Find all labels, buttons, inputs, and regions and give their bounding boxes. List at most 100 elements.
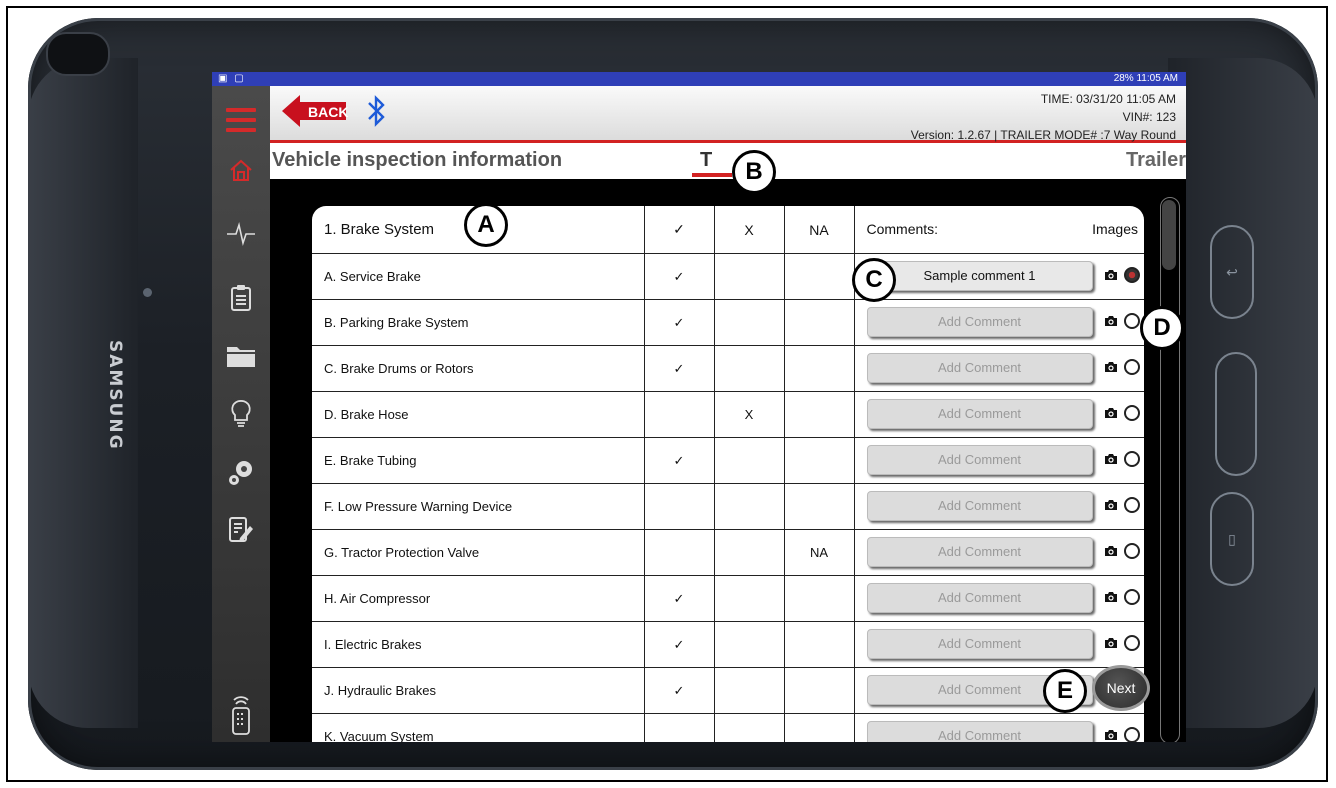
- hardware-back-button[interactable]: ↩: [1210, 225, 1254, 319]
- notification-icons: ▣ ▢: [218, 73, 246, 84]
- comment-input[interactable]: Sample comment 1: [866, 261, 1093, 291]
- comment-input[interactable]: Add Comment: [866, 353, 1093, 383]
- na-cell[interactable]: [783, 621, 854, 668]
- camera-icon[interactable]: [1104, 361, 1118, 373]
- camera-icon[interactable]: [1104, 591, 1118, 603]
- ok-cell[interactable]: ✓: [643, 575, 714, 622]
- bluetooth-icon[interactable]: [366, 92, 386, 130]
- inspection-item-label: C. Brake Drums or Rotors: [312, 345, 644, 392]
- image-select-radio[interactable]: [1124, 313, 1140, 329]
- comment-input[interactable]: Add Comment: [866, 491, 1093, 521]
- image-select-radio[interactable]: [1124, 497, 1140, 513]
- inspection-item-label: A. Service Brake: [312, 253, 644, 300]
- defect-cell[interactable]: [713, 299, 784, 346]
- ok-cell[interactable]: ✓: [643, 299, 714, 346]
- hardware-home-button[interactable]: [1215, 352, 1257, 476]
- pulse-icon[interactable]: [212, 214, 270, 254]
- header-ok: ✓: [643, 206, 714, 254]
- image-select-radio[interactable]: [1124, 359, 1140, 375]
- na-cell[interactable]: NA: [783, 529, 854, 576]
- image-select-radio[interactable]: [1124, 589, 1140, 605]
- ok-cell[interactable]: ✓: [643, 437, 714, 484]
- comment-input[interactable]: Add Comment: [866, 629, 1093, 659]
- defect-cell[interactable]: [713, 345, 784, 392]
- camera-icon[interactable]: [1104, 269, 1118, 281]
- na-cell[interactable]: [783, 391, 854, 438]
- clipboard-icon[interactable]: [212, 278, 270, 318]
- camera-icon[interactable]: [1104, 315, 1118, 327]
- tab-trailer[interactable]: Trailer: [1126, 149, 1186, 172]
- inspection-item-label: J. Hydraulic Brakes: [312, 667, 644, 714]
- na-cell[interactable]: [783, 299, 854, 346]
- defect-cell[interactable]: [713, 667, 784, 714]
- na-cell[interactable]: [783, 575, 854, 622]
- defect-cell[interactable]: [713, 253, 784, 300]
- table-row: C. Brake Drums or Rotors ✓ Add Comment: [312, 345, 1144, 392]
- ok-cell[interactable]: [643, 391, 714, 438]
- image-select-radio[interactable]: [1124, 267, 1140, 283]
- next-button[interactable]: Next: [1092, 665, 1150, 711]
- defect-cell[interactable]: [713, 483, 784, 530]
- header-comments-cell: Comments: Images: [853, 206, 1144, 254]
- defect-cell[interactable]: [713, 529, 784, 576]
- inspection-item-label: K. Vacuum System: [312, 713, 644, 742]
- ok-cell[interactable]: [643, 529, 714, 576]
- folder-icon[interactable]: [212, 336, 270, 376]
- image-select-radio[interactable]: [1124, 543, 1140, 559]
- ok-cell[interactable]: ✓: [643, 253, 714, 300]
- defect-cell[interactable]: [713, 713, 784, 742]
- inspection-item-label: F. Low Pressure Warning Device: [312, 483, 644, 530]
- lightbulb-icon[interactable]: [212, 394, 270, 434]
- gears-icon[interactable]: [212, 452, 270, 492]
- na-cell[interactable]: [783, 345, 854, 392]
- ok-cell[interactable]: [643, 483, 714, 530]
- na-cell[interactable]: [783, 483, 854, 530]
- defect-cell[interactable]: [713, 437, 784, 484]
- camera-icon[interactable]: [1104, 407, 1118, 419]
- camera-icon[interactable]: [1104, 453, 1118, 465]
- defect-cell[interactable]: [713, 575, 784, 622]
- comment-input[interactable]: Add Comment: [866, 583, 1093, 613]
- hardware-recent-button[interactable]: ▯: [1210, 492, 1254, 586]
- camera-icon[interactable]: [1104, 729, 1118, 741]
- image-select-radio[interactable]: [1124, 405, 1140, 421]
- na-cell[interactable]: [783, 667, 854, 714]
- menu-icon[interactable]: [226, 108, 256, 138]
- title-bar: Vehicle inspection information T Trailer: [270, 143, 1186, 179]
- na-cell[interactable]: [783, 253, 854, 300]
- na-cell[interactable]: [783, 713, 854, 742]
- inspection-item-label: D. Brake Hose: [312, 391, 644, 438]
- image-select-radio[interactable]: [1124, 451, 1140, 467]
- comment-input[interactable]: Add Comment: [866, 445, 1093, 475]
- comment-cell: Add Comment: [853, 345, 1144, 392]
- edit-form-icon[interactable]: [212, 510, 270, 550]
- ok-cell[interactable]: ✓: [643, 345, 714, 392]
- device-brand: SAMSUNG: [105, 340, 125, 451]
- comment-input[interactable]: Add Comment: [866, 399, 1093, 429]
- ok-cell[interactable]: [643, 713, 714, 742]
- comment-cell: Add Comment: [853, 529, 1144, 576]
- time-text: TIME: 03/31/20 11:05 AM: [1040, 92, 1176, 106]
- comment-input[interactable]: Add Comment: [866, 307, 1093, 337]
- image-select-radio[interactable]: [1124, 727, 1140, 742]
- home-icon[interactable]: [212, 150, 270, 190]
- scrollbar[interactable]: [1160, 197, 1180, 742]
- ok-cell[interactable]: ✓: [643, 667, 714, 714]
- remote-control-icon[interactable]: [226, 694, 256, 738]
- image-select-radio[interactable]: [1124, 635, 1140, 651]
- na-cell[interactable]: [783, 437, 854, 484]
- callout-a: A: [464, 203, 508, 247]
- comment-cell: Add Comment: [853, 713, 1144, 742]
- comment-input[interactable]: Add Comment: [866, 537, 1093, 567]
- camera-icon[interactable]: [1104, 499, 1118, 511]
- defect-cell[interactable]: X: [713, 391, 784, 438]
- scroll-thumb[interactable]: [1162, 200, 1176, 270]
- ok-cell[interactable]: ✓: [643, 621, 714, 668]
- camera-icon[interactable]: [1104, 545, 1118, 557]
- camera-icon[interactable]: [1104, 637, 1118, 649]
- tab-active-indicator: [692, 173, 732, 177]
- tab-tractor[interactable]: T: [700, 149, 712, 172]
- comment-input[interactable]: Add Comment: [866, 721, 1093, 742]
- back-button[interactable]: BACK: [282, 94, 348, 128]
- defect-cell[interactable]: [713, 621, 784, 668]
